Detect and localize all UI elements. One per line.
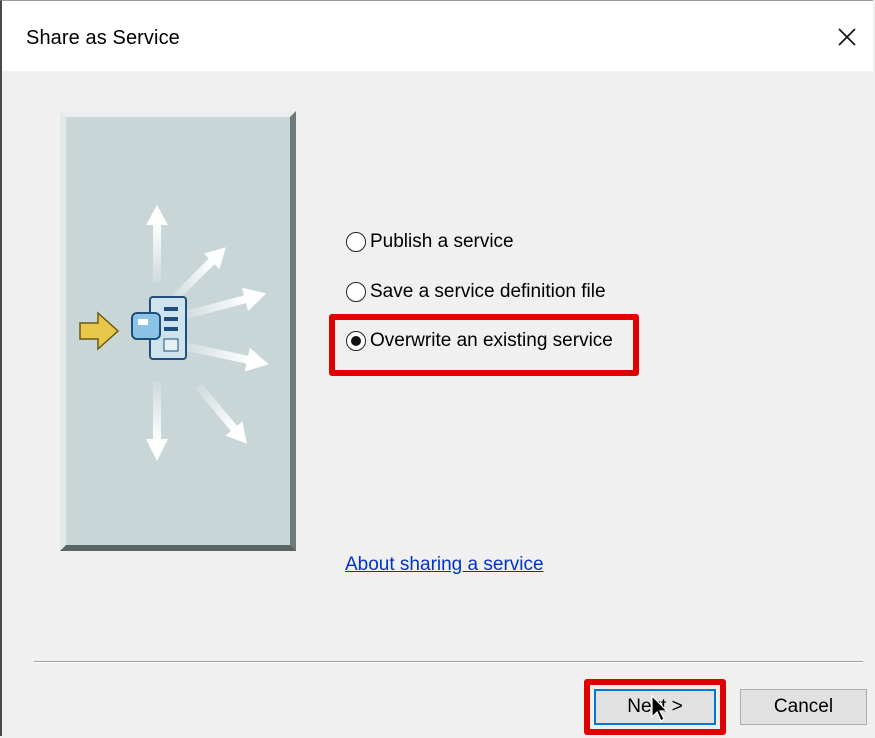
radio-publish[interactable]: [346, 232, 366, 252]
highlight-box-overwrite: [329, 314, 639, 376]
cancel-button[interactable]: Cancel: [740, 689, 867, 725]
arrow-right-down-icon: [183, 342, 269, 372]
option-publish-label: Publish a service: [370, 231, 514, 252]
arrow-right-icon: [79, 311, 120, 351]
share-as-service-dialog: Share as Service Publish a service Save …: [0, 0, 873, 736]
mouse-cursor-icon: [651, 695, 669, 722]
close-button[interactable]: [827, 19, 867, 55]
server-icon: [131, 296, 187, 360]
broadcast-arrows-graphic: [79, 205, 269, 461]
arrow-down-icon: [146, 381, 168, 461]
arrow-down-right-icon: [194, 382, 247, 444]
option-publish-service[interactable]: Publish a service: [346, 231, 514, 253]
about-sharing-link[interactable]: About sharing a service: [345, 554, 544, 576]
window-title: Share as Service: [26, 27, 180, 49]
arrow-right-up-icon: [184, 287, 267, 320]
close-icon: [838, 28, 856, 46]
arrow-up-icon: [146, 205, 168, 283]
title-bar: Share as Service: [2, 1, 873, 71]
option-save-label: Save a service definition file: [370, 281, 606, 302]
share-service-illustration: [60, 111, 296, 551]
separator: [34, 661, 863, 663]
radio-save[interactable]: [346, 282, 366, 302]
option-save-definition[interactable]: Save a service definition file: [346, 281, 606, 303]
